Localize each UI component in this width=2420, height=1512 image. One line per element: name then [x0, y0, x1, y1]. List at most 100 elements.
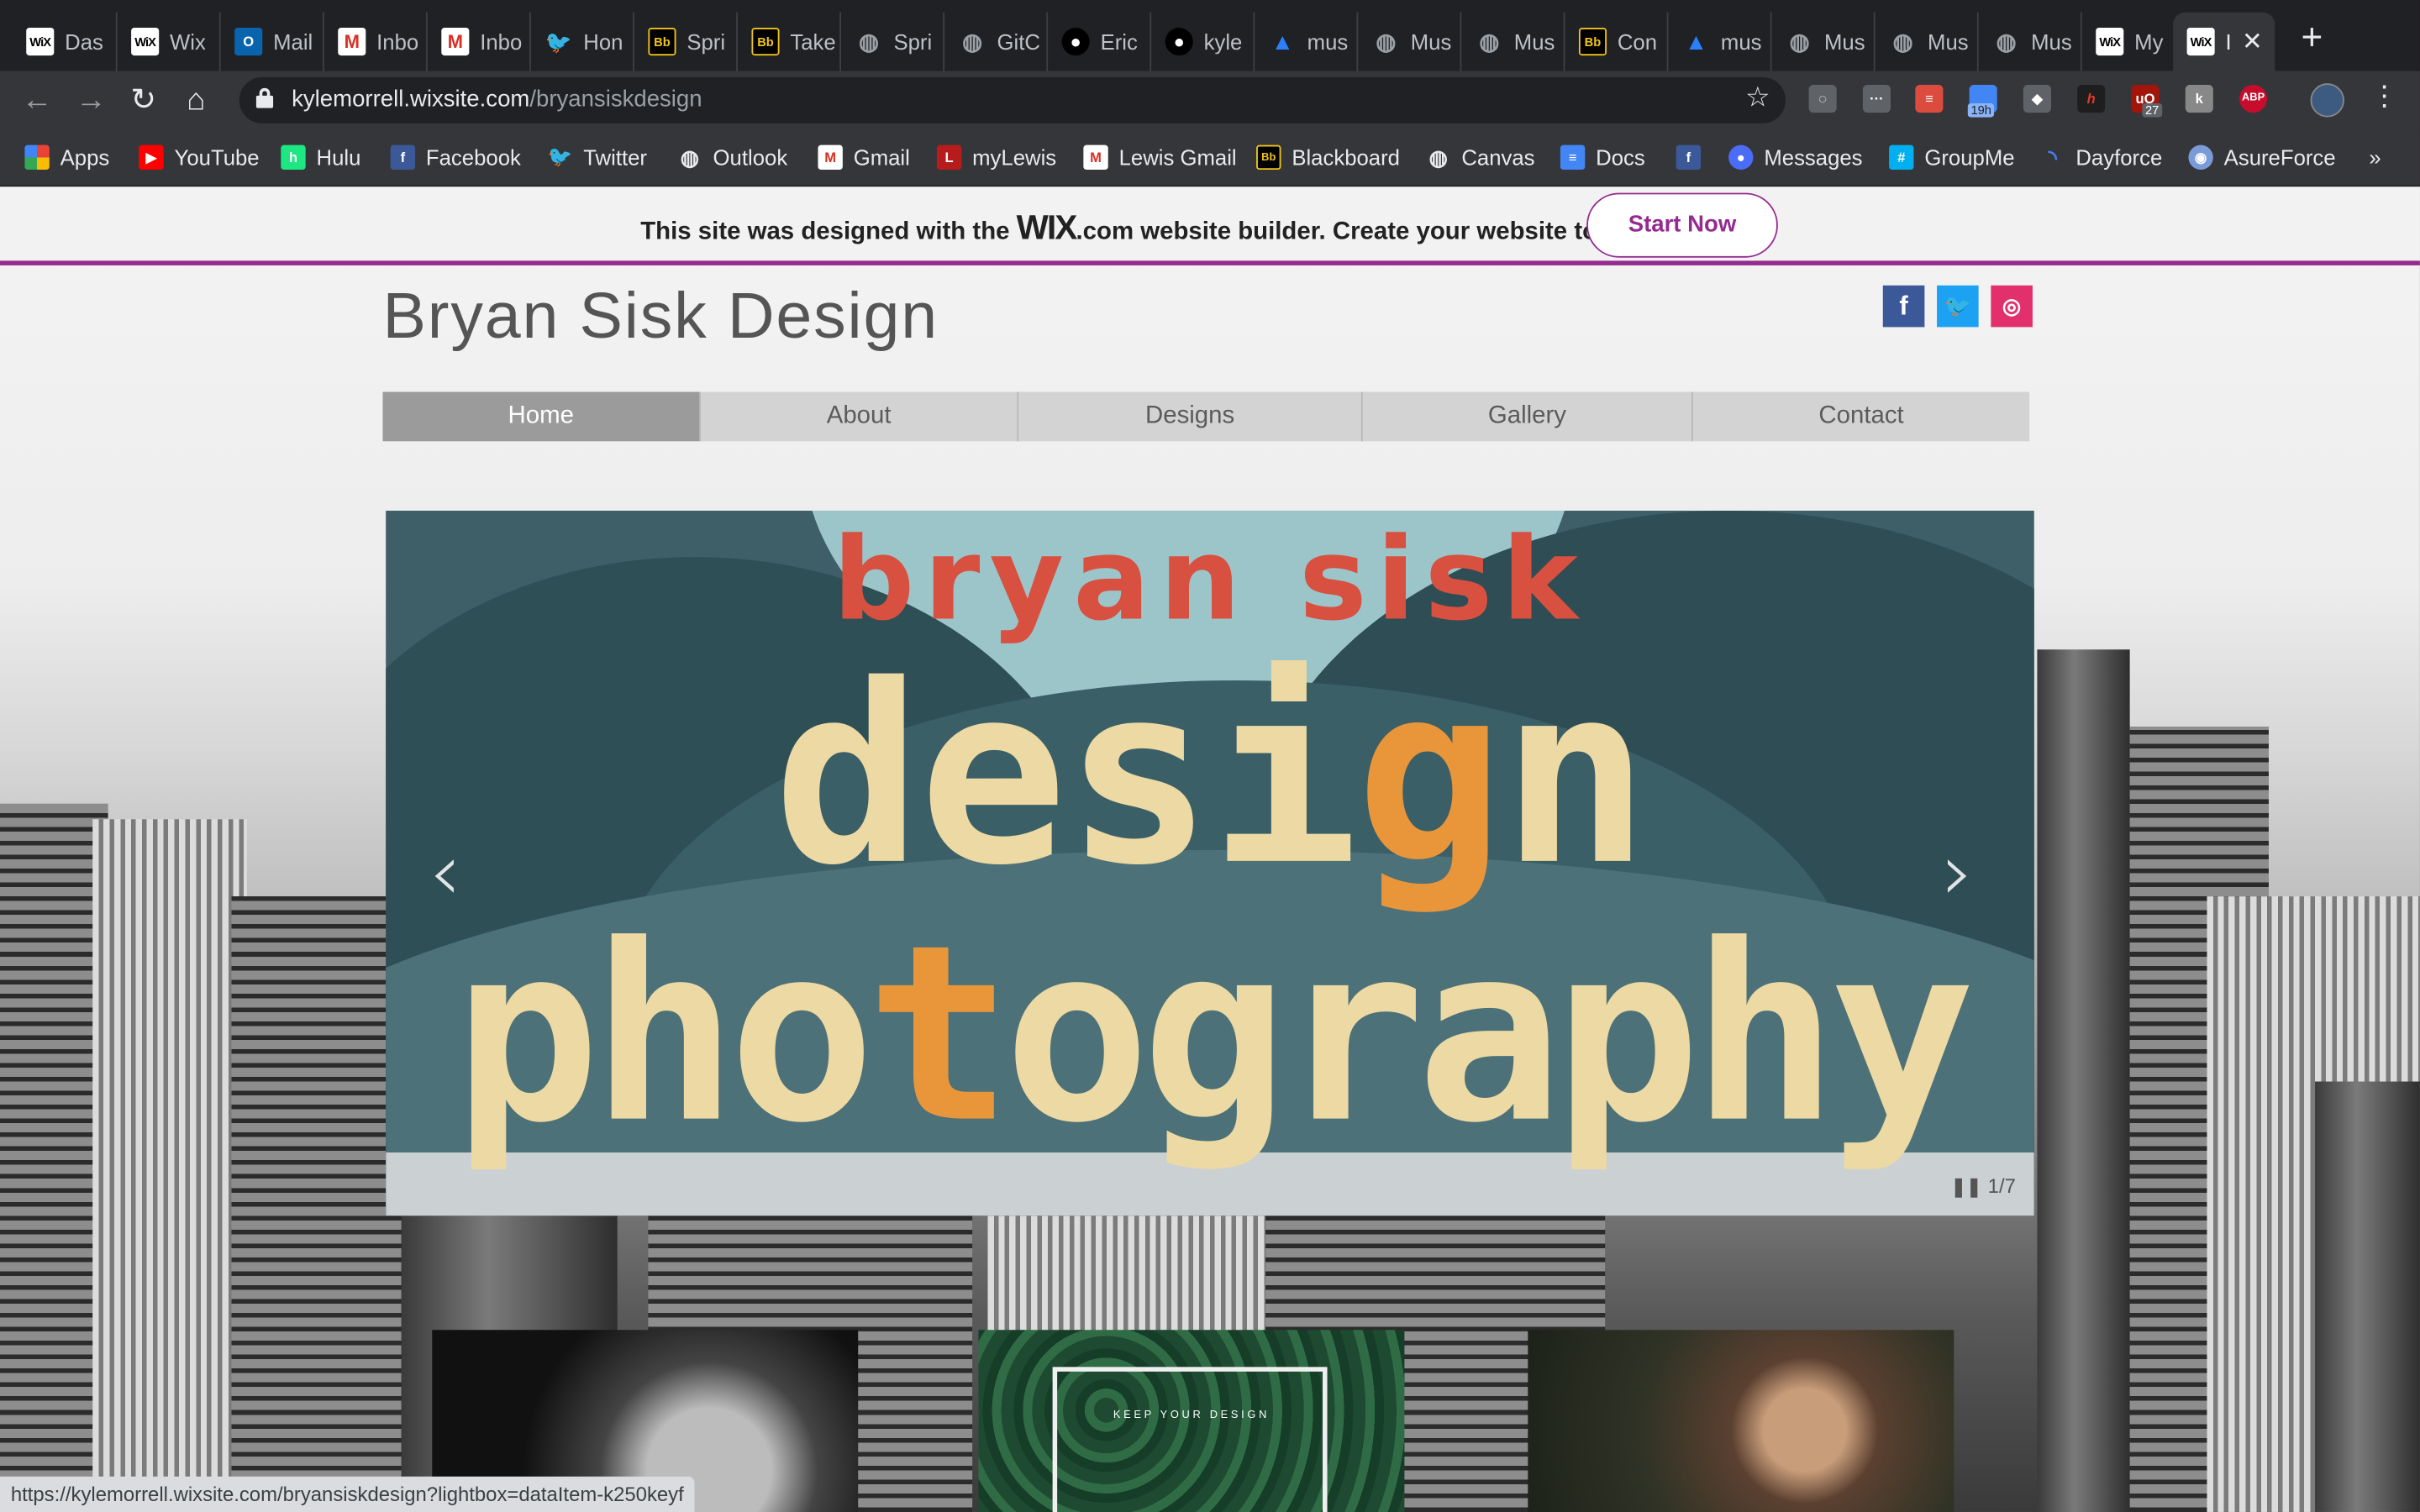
shield-icon[interactable]: ◆	[2023, 85, 2051, 113]
start-now-button[interactable]: Start Now	[1586, 192, 1778, 258]
bookmark-asureforce[interactable]: ◉ AsureForce	[2188, 140, 2336, 174]
status-bar-url: https://kylemorrell.wixsite.com/bryansis…	[0, 1476, 695, 1512]
browser-window: WiX Das WiX Wix O Mail M Inbo M Inbo 🐦 Hon Bb S…	[0, 0, 2420, 1512]
avatar[interactable]	[2310, 83, 2344, 118]
tab[interactable]: ▲ mus	[1666, 12, 1769, 71]
bookmark-facebook-2[interactable]: f	[1676, 140, 1712, 174]
tab[interactable]: M Inbo	[425, 12, 528, 71]
gallery-thumbnail-leaves[interactable]: KEEP YOUR DESIGN	[978, 1330, 1405, 1512]
tab[interactable]: ◍ Mus	[1976, 12, 2079, 71]
twitter-icon: 🐦	[544, 28, 572, 54]
lewis-icon: L	[936, 144, 962, 171]
bookmark-label: GroupMe	[1924, 144, 2015, 171]
bookmark-blackboard[interactable]: Bb Blackboard	[1256, 140, 1400, 174]
lock-icon	[255, 87, 274, 108]
tab[interactable]: ● Eric	[1046, 12, 1148, 71]
tab[interactable]: ◍ Mus	[1460, 12, 1562, 71]
tab[interactable]: WiX My	[2080, 12, 2176, 71]
github-icon: ●	[1165, 28, 1193, 56]
tab[interactable]: WiX Wix	[115, 12, 218, 71]
calendar-badge: 19h	[1967, 103, 1995, 118]
bookmark-gmail[interactable]: M Gmail	[818, 140, 910, 174]
twitter-icon[interactable]: 🐦	[1937, 285, 1979, 328]
bookmark-groupme[interactable]: # GroupMe	[1889, 140, 2015, 174]
tab[interactable]: ◍ Spri	[839, 12, 941, 71]
tab-label: GitC	[997, 29, 1040, 55]
tab[interactable]: ▲ mus	[1253, 12, 1355, 71]
bookmark-docs[interactable]: ≡ Docs	[1560, 140, 1645, 174]
back-arrow-icon[interactable]: ←	[17, 81, 57, 121]
tab-label: Mail	[273, 29, 313, 55]
bookmark-twitter[interactable]: 🐦 Twitter	[548, 140, 647, 174]
nav-contact[interactable]: Contact	[1692, 391, 2030, 442]
more-dots-icon[interactable]: ···	[1862, 85, 1891, 113]
nav-designs[interactable]: Designs	[1018, 391, 1363, 442]
tab[interactable]: Bb Spri	[633, 12, 734, 71]
menu-kebab-icon[interactable]: ⋮	[2370, 81, 2398, 113]
close-icon[interactable]: ✕	[2242, 26, 2263, 57]
triangle-icon: ▲	[1270, 28, 1294, 55]
nav-gallery[interactable]: Gallery	[1362, 391, 1693, 442]
bookmark-mylewis[interactable]: LmyLewis	[936, 140, 1057, 174]
chevron-right-icon[interactable]: »	[2369, 145, 2381, 170]
home-icon[interactable]: ⌂	[176, 81, 216, 121]
tab[interactable]: M Inbo	[322, 12, 424, 71]
bookmark-apps[interactable]: Apps	[24, 140, 109, 174]
bookmark-label: Dayforce	[2075, 144, 2163, 171]
instagram-icon[interactable]: ◎	[1991, 285, 2033, 328]
url-path: /bryansiskdesign	[529, 86, 702, 113]
bookmark-messages[interactable]: ● Messages	[1728, 140, 1863, 174]
tab[interactable]: O Mail	[218, 12, 321, 71]
pause-icon[interactable]: ❚❚	[1951, 1176, 1982, 1198]
honey-icon[interactable]: h	[2077, 85, 2106, 113]
todoist-icon[interactable]: ≡	[1915, 85, 1944, 113]
tab-active[interactable]: WiX I ✕	[2173, 12, 2275, 71]
groupme-icon: #	[1889, 144, 1914, 171]
tab[interactable]: ◍ Mus	[1873, 12, 1975, 71]
bookmark-star-icon[interactable]: ☆	[1745, 81, 1770, 114]
tab[interactable]: Bb Con	[1563, 12, 1665, 71]
bookmark-label: Messages	[1764, 144, 1863, 171]
docs-icon: ≡	[1560, 144, 1586, 171]
bookmark-canvas[interactable]: ◍ Canvas	[1426, 140, 1535, 174]
adblock-icon[interactable]: ABP	[2239, 85, 2268, 113]
tab[interactable]: ● kyle	[1150, 12, 1251, 71]
blackboard-icon: Bb	[751, 28, 780, 56]
new-tab-button[interactable]: +	[2291, 17, 2332, 60]
tab-label: Spri	[687, 29, 726, 55]
tab[interactable]: ◍ GitC	[943, 12, 1044, 71]
extension-icon[interactable]: k	[2185, 85, 2213, 113]
bookmark-dayforce[interactable]: ◝ Dayforce	[2040, 140, 2162, 174]
wix-icon: WiX	[131, 28, 160, 56]
gmail-icon: M	[1083, 144, 1108, 171]
bookmark-label: Docs	[1596, 144, 1645, 171]
bookmark-youtube[interactable]: ▶ YouTube	[139, 140, 260, 174]
facebook-icon[interactable]: f	[1882, 285, 1925, 328]
bookmark-label: YouTube	[174, 144, 260, 171]
bookmark-lewis-gmail[interactable]: M Lewis Gmail	[1083, 140, 1237, 174]
tab[interactable]: WiX Das	[13, 13, 114, 71]
tab[interactable]: ◍ Mus	[1356, 12, 1458, 71]
slideshow[interactable]: bryan sisk design photography ‹ › ❚❚ 1/7	[386, 510, 2034, 1216]
gallery-thumbnail-man[interactable]	[1528, 1330, 1954, 1512]
lightbulb-icon[interactable]: ◌	[1808, 85, 1837, 113]
bookmark-hulu[interactable]: h Hulu	[281, 140, 360, 174]
bookmark-label: Lewis Gmail	[1118, 144, 1237, 171]
tab-label: Eric	[1100, 29, 1138, 55]
tab[interactable]: ◍ Mus	[1770, 12, 1872, 71]
tab[interactable]: 🐦 Hon	[529, 12, 631, 71]
bookmark-outlook[interactable]: ◍ Outlook	[677, 140, 787, 174]
site-title[interactable]: Bryan Sisk Design	[383, 279, 939, 353]
tab[interactable]: Bb Take	[736, 12, 838, 71]
nav-home[interactable]: Home	[382, 391, 701, 442]
chevron-left-icon[interactable]: ‹	[429, 827, 461, 919]
address-bar[interactable]: kylemorrell.wixsite.com/bryansiskdesign …	[239, 76, 1786, 123]
chevron-right-icon[interactable]: ›	[1942, 827, 1974, 919]
forward-arrow-icon[interactable]: →	[71, 81, 111, 121]
reload-icon[interactable]: ↻	[124, 81, 164, 121]
bookmark-label: myLewis	[972, 144, 1057, 171]
tab-label: Inbo	[480, 29, 523, 55]
bookmark-facebook[interactable]: f Facebook	[390, 140, 521, 174]
bookmark-label: AsureForce	[2223, 144, 2336, 171]
nav-about[interactable]: About	[700, 391, 1019, 442]
